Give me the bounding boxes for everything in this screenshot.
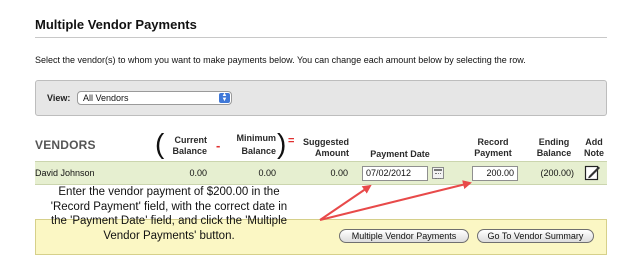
add-note-header-line1: Add <box>585 137 603 147</box>
current-balance-header-line2: Balance <box>172 146 207 156</box>
current-balance-value: 0.00 <box>189 168 207 178</box>
suggested-amount-header-line1: Suggested <box>302 137 349 147</box>
table-row[interactable]: David Johnson 0.00 0.00 0.00 07/02/2012 … <box>35 161 607 185</box>
suggested-amount-header: Suggested Amount <box>297 137 349 159</box>
arrow-to-payment-date <box>319 184 372 221</box>
calendar-icon[interactable] <box>432 167 444 179</box>
multiple-vendor-payments-button[interactable]: Multiple Vendor Payments <box>339 229 469 243</box>
filter-panel: View: All Vendors ▲ ▼ <box>35 80 607 116</box>
select-arrows-icon: ▲ ▼ <box>219 92 230 103</box>
vendor-name: David Johnson <box>35 168 95 178</box>
minimum-balance-value: 0.00 <box>258 168 276 178</box>
minimum-balance-header: Minimum Balance <box>230 133 277 157</box>
view-select-value: All Vendors <box>83 93 129 103</box>
title-divider <box>35 37 607 38</box>
view-select[interactable]: All Vendors ▲ ▼ <box>77 91 232 105</box>
instructions-text: Select the vendor(s) to whom you want to… <box>35 55 526 65</box>
payment-date-header: Payment Date <box>370 149 430 159</box>
callout-line-1: Enter the vendor payment of $200.00 in t… <box>58 186 280 198</box>
ending-balance-header-line2: Balance <box>536 148 572 158</box>
add-note-header: Add Note <box>581 137 607 159</box>
current-balance-header-line1: Current <box>174 135 207 145</box>
suggested-amount-value: 0.00 <box>330 168 348 178</box>
callout-line-2: 'Record Payment' field, with the correct… <box>50 200 288 213</box>
ending-balance-value: (200.00) <box>540 168 574 178</box>
add-note-icon[interactable] <box>584 164 601 181</box>
minus-operator: - <box>216 138 221 153</box>
page-title: Multiple Vendor Payments <box>35 17 197 32</box>
ending-balance-header-line1: Ending <box>538 137 570 147</box>
record-payment-header-line1: Record <box>477 137 509 147</box>
minimum-balance-header-line1: Minimum <box>236 133 277 143</box>
close-paren: ) <box>277 128 287 159</box>
arrow-to-record-payment <box>319 180 472 221</box>
suggested-amount-header-line2: Amount <box>315 148 349 158</box>
ending-balance-header: Ending Balance <box>533 137 575 159</box>
current-balance-header: Current Balance <box>163 135 207 157</box>
vendors-header: VENDORS <box>35 138 96 152</box>
record-payment-header-line2: Payment <box>474 148 512 158</box>
annotation-callout: Enter the vendor payment of $200.00 in t… <box>14 185 324 243</box>
add-note-header-line2: Note <box>584 148 604 158</box>
equals-operator: = <box>288 135 295 147</box>
go-to-vendor-summary-button[interactable]: Go To Vendor Summary <box>477 229 594 243</box>
record-payment-header: Record Payment <box>470 137 516 159</box>
record-payment-input[interactable]: 200.00 <box>472 166 518 181</box>
payment-date-input[interactable]: 07/02/2012 <box>362 166 428 181</box>
view-label: View: <box>47 93 71 103</box>
minimum-balance-header-line2: Balance <box>241 146 276 156</box>
callout-line-4: Vendor Payments' button. <box>103 229 235 242</box>
callout-line-3: the 'Payment Date' field, and click the … <box>50 215 288 227</box>
